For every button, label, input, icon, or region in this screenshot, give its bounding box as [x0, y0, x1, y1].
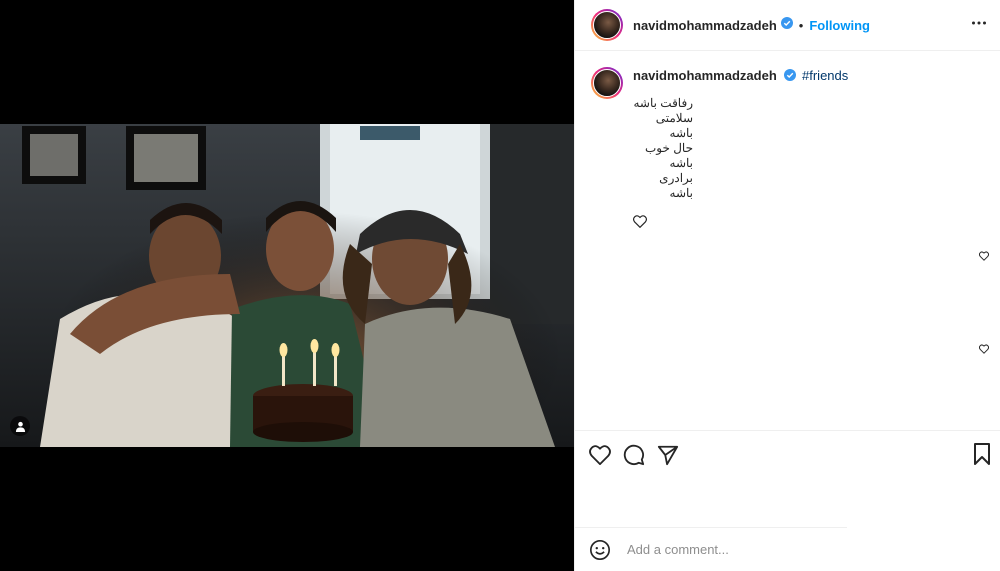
caption-header: navidmohammadzadeh #friends	[633, 67, 848, 86]
comment-like-icon[interactable]	[978, 341, 990, 359]
post-header: navidmohammadzadeh • Following	[575, 0, 1000, 51]
caption-like-icon[interactable]	[633, 214, 848, 233]
add-comment-bar	[575, 528, 1000, 571]
comment-icon[interactable]	[623, 444, 645, 466]
comment-input[interactable]	[625, 541, 929, 558]
post-side-panel: navidmohammadzadeh • Following navidmoha…	[574, 0, 1000, 571]
post-photo[interactable]	[0, 124, 574, 447]
avatar-image	[593, 11, 621, 39]
post-media-area	[0, 0, 574, 571]
caption-body: navidmohammadzadeh #friends رفاقت باشه س…	[633, 67, 848, 233]
caption-text: رفاقت باشه سلامتی باشه حال خوب باشه براد…	[633, 96, 693, 201]
photo-scene	[0, 124, 574, 447]
caption-hashtag[interactable]: #friends	[802, 68, 848, 83]
caption-line: سلامتی باشه	[655, 110, 693, 140]
share-icon[interactable]	[657, 444, 679, 466]
bookmark-icon[interactable]	[973, 443, 991, 470]
user-tag-icon[interactable]	[10, 416, 30, 436]
caption-avatar-image	[593, 69, 621, 97]
heart-icon[interactable]	[589, 445, 611, 465]
header-username[interactable]: navidmohammadzadeh	[633, 18, 777, 33]
caption-line: رفاقت باشه	[633, 95, 693, 110]
caption: navidmohammadzadeh #friends رفاقت باشه س…	[575, 51, 1000, 233]
comments-area[interactable]: navidmohammadzadeh #friends رفاقت باشه س…	[575, 51, 1000, 430]
emoji-icon[interactable]	[589, 539, 611, 561]
comment-like-icon[interactable]	[978, 248, 990, 266]
avatar[interactable]	[591, 9, 623, 41]
caption-avatar[interactable]	[591, 67, 623, 99]
more-options-icon[interactable]	[971, 15, 987, 36]
caption-verified-badge-icon	[784, 68, 797, 86]
following-button[interactable]: Following	[809, 18, 870, 33]
caption-username[interactable]: navidmohammadzadeh	[633, 68, 777, 83]
caption-line: حال خوب باشه	[644, 140, 693, 170]
header-separator: •	[798, 17, 804, 33]
verified-badge-icon	[780, 16, 793, 34]
caption-line: برادری باشه	[659, 170, 693, 200]
post-actions	[575, 430, 1000, 479]
